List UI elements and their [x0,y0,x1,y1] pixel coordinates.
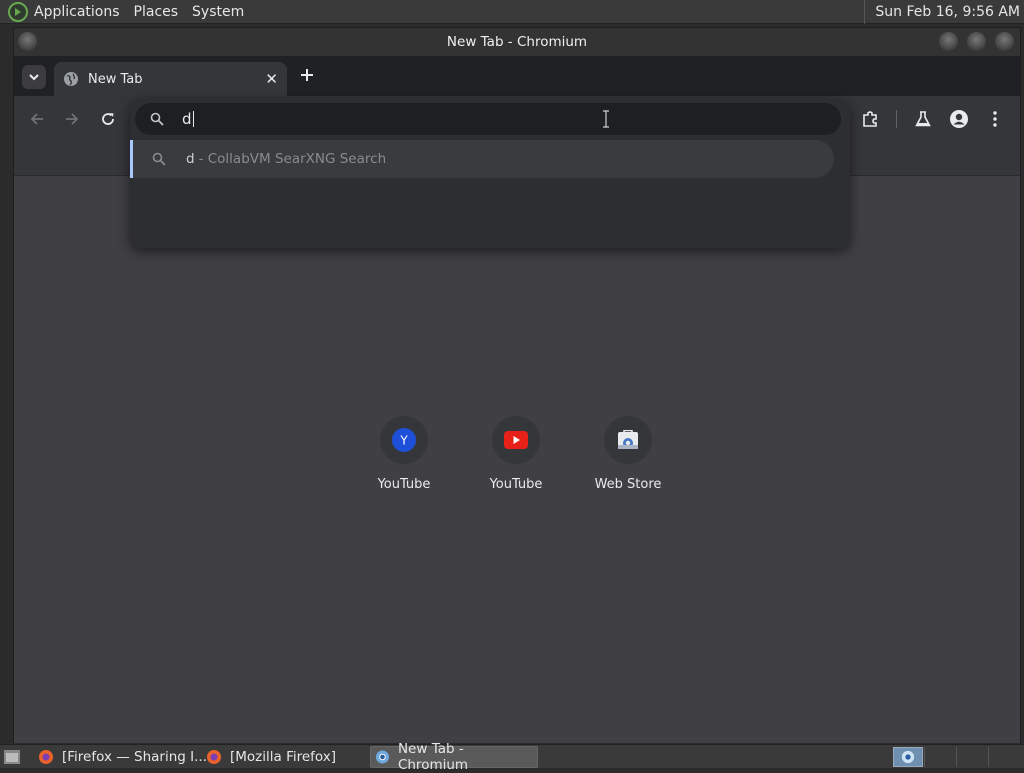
workspace-switcher-cell[interactable] [988,747,1020,767]
clock[interactable]: Sun Feb 16, 9:56 AM [864,0,1020,24]
distro-logo-icon[interactable] [8,1,28,22]
firefox-icon [39,750,53,764]
tab-new-tab[interactable]: New Tab ✕ [54,62,287,96]
kebab-menu-icon [993,111,997,127]
reload-icon [102,113,114,125]
shortcut-tile[interactable]: Y YouTube [356,416,452,492]
profile-avatar-icon [950,110,968,128]
extensions-button[interactable] [857,106,883,132]
browser-menu-button[interactable] [982,106,1008,132]
globe-icon [64,72,78,86]
top-panel: Applications Places System Sun Feb 16, 9… [0,0,1024,24]
toolbar-separator [896,110,897,128]
tab-label: New Tab [88,71,143,87]
maximize-button[interactable] [967,32,986,51]
arrow-right-icon [66,113,79,125]
menu-places[interactable]: Places [134,4,179,20]
omnibox-value: d [182,110,192,128]
show-desktop-button[interactable] [3,746,21,768]
close-window-button[interactable] [995,32,1014,51]
shortcut-icon-tile [492,416,540,464]
omnibox-input[interactable]: d [135,103,841,135]
chromium-icon [901,750,915,764]
taskbar-item-label: New Tab - Chromium [397,741,469,773]
workspace-switcher-cell[interactable] [924,747,956,767]
toolbar: d d - CollabVM SearXNG Search [14,96,1020,248]
shortcut-icon-tile: Y [380,416,428,464]
taskbar-item-firefox-sharing[interactable]: [Firefox — Sharing I... [38,746,207,768]
minimize-button[interactable] [939,32,958,51]
close-icon[interactable]: ✕ [265,70,278,88]
suggestion-query: d [186,151,195,167]
tab-strip: New Tab ✕ [14,56,1020,96]
workspace-switcher-cell[interactable] [956,747,988,767]
desktop-icon [4,750,20,764]
omnibox-suggestion[interactable]: d - CollabVM SearXNG Search [130,140,834,178]
firefox-icon [207,750,221,764]
back-button[interactable] [24,106,50,132]
forward-button[interactable] [59,106,85,132]
suggestion-description: - CollabVM SearXNG Search [198,151,387,167]
profile-button[interactable] [946,106,972,132]
web-store-icon [618,430,638,449]
search-icon [150,112,164,126]
taskbar-item-label: [Mozilla Firefox] [230,749,337,765]
chevron-down-icon [29,74,39,81]
window-menu-button[interactable] [18,32,37,51]
reload-button[interactable] [95,106,121,132]
shortcut-label: YouTube [377,477,431,492]
labs-button[interactable] [910,106,936,132]
shortcut-tile[interactable]: YouTube [468,416,564,492]
omnibox-dropdown: d d - CollabVM SearXNG Search [130,98,850,248]
flask-icon [915,111,931,127]
youtube-icon [504,431,528,449]
menu-system[interactable]: System [192,4,244,20]
window-titlebar[interactable]: New Tab - Chromium [14,28,1020,56]
svg-text:Y: Y [399,434,408,448]
selection-indicator [130,140,133,178]
chromium-icon [375,750,390,764]
menu-applications[interactable]: Applications [34,4,120,20]
new-tab-button[interactable] [296,64,318,86]
shortcut-label: Web Store [594,477,662,492]
window-title: New Tab - Chromium [446,34,588,50]
shortcut-tile[interactable]: Web Store [580,416,676,492]
tray-chromium-icon[interactable] [893,747,923,767]
tab-search-button[interactable] [22,65,46,89]
i-beam-cursor-icon [603,110,609,128]
puzzle-icon [863,111,877,127]
new-tab-page: Y YouTube YouTube Web Store [14,176,1020,743]
browser-window: New Tab - Chromium New Tab ✕ d d - Colla… [13,27,1021,743]
plus-icon [301,69,313,81]
taskbar-item-chromium[interactable]: New Tab - Chromium [370,741,538,773]
taskbar: [Firefox — Sharing I... [Mozilla Firefox… [0,741,1024,773]
search-icon [152,152,166,166]
yandex-y-icon: Y [392,428,416,452]
arrow-left-icon [30,113,43,125]
taskbar-item-label: [Firefox — Sharing I... [62,749,207,765]
shortcut-icon-tile [604,416,652,464]
shortcut-label: YouTube [489,477,543,492]
taskbar-item-mozilla-firefox[interactable]: [Mozilla Firefox] [206,746,336,768]
text-caret [192,111,194,127]
